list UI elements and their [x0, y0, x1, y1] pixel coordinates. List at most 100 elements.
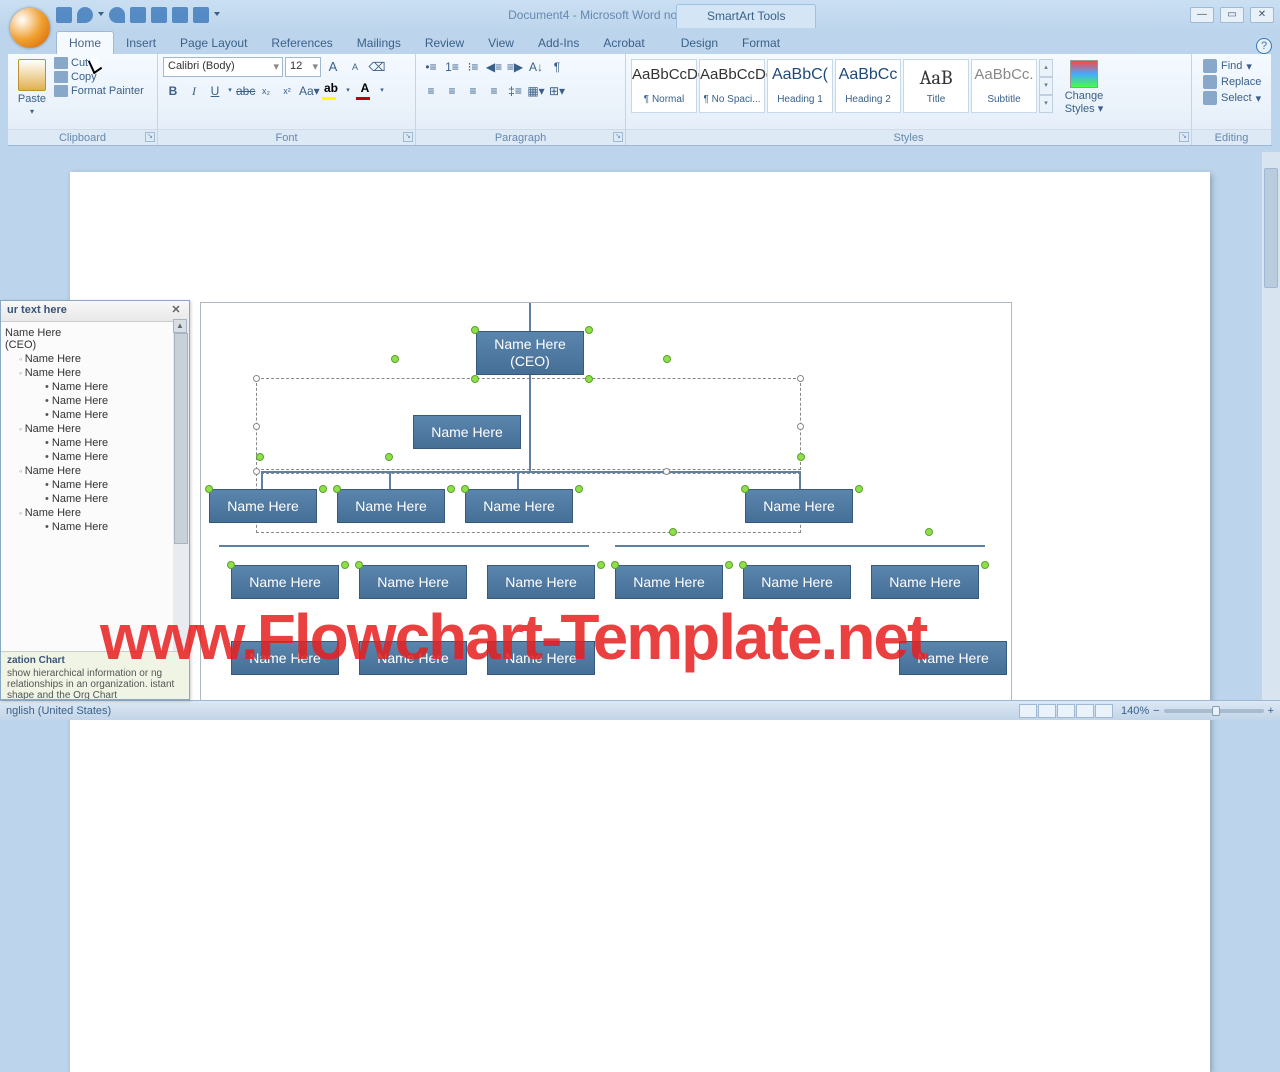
node-ceo[interactable]: Name Here (CEO) [476, 331, 584, 375]
find-button[interactable]: Find ▾ [1203, 59, 1261, 73]
italic-button[interactable]: I [184, 81, 204, 101]
resize-handle[interactable] [585, 326, 593, 334]
show-marks-button[interactable]: ¶ [547, 57, 567, 77]
selection-handle[interactable] [797, 423, 804, 430]
style-heading2[interactable]: AaBbCcHeading 2 [835, 59, 901, 113]
strikethrough-button[interactable]: abc [235, 81, 255, 101]
style-title[interactable]: AaBTitle [903, 59, 969, 113]
text-pane-root[interactable]: Name Here (CEO) [1, 326, 189, 352]
tab-references[interactable]: References [259, 32, 344, 54]
resize-handle[interactable] [855, 485, 863, 493]
format-painter-button[interactable]: Format Painter [54, 85, 144, 97]
redo-icon[interactable] [109, 7, 125, 23]
node-row2[interactable]: Name Here [465, 489, 573, 523]
zoom-out-button[interactable]: − [1153, 705, 1159, 717]
resize-handle[interactable] [739, 561, 747, 569]
tab-home[interactable]: Home [56, 31, 114, 54]
styles-scroll[interactable]: ▴▾▾ [1039, 59, 1053, 113]
text-pane-item[interactable]: Name Here [1, 408, 189, 422]
resize-handle[interactable] [333, 485, 341, 493]
text-pane-item[interactable]: Name Here [1, 352, 189, 366]
zoom-slider[interactable] [1164, 709, 1264, 713]
resize-handle[interactable] [575, 485, 583, 493]
resize-handle[interactable] [663, 355, 671, 363]
text-pane-item[interactable]: Name Here [1, 380, 189, 394]
align-center-button[interactable]: ≡ [442, 81, 462, 101]
save-icon[interactable] [56, 7, 72, 23]
align-right-button[interactable]: ≡ [463, 81, 483, 101]
node-row3[interactable]: Name Here [615, 565, 723, 599]
decrease-indent-button[interactable]: ◀≡ [484, 57, 504, 77]
grow-font-button[interactable]: A [323, 57, 343, 77]
style-normal[interactable]: AaBbCcDc¶ Normal [631, 59, 697, 113]
node-row4[interactable]: Name Here [899, 641, 1007, 675]
help-icon[interactable]: ? [1256, 38, 1272, 54]
text-pane-scrollbar[interactable]: ▲ ▼ [173, 319, 189, 671]
scroll-up-icon[interactable]: ▲ [173, 319, 187, 333]
scroll-thumb[interactable] [1264, 168, 1278, 288]
node-row2[interactable]: Name Here [745, 489, 853, 523]
styles-launcher[interactable]: ↘ [1179, 132, 1189, 142]
shrink-font-button[interactable]: A [345, 57, 365, 77]
node-row4[interactable]: Name Here [231, 641, 339, 675]
cut-button[interactable]: Cut [54, 57, 144, 69]
print-icon[interactable] [193, 7, 209, 23]
resize-handle[interactable] [741, 485, 749, 493]
resize-handle[interactable] [205, 485, 213, 493]
highlight-button[interactable]: ab [319, 81, 343, 101]
numbering-button[interactable]: 1≡ [442, 57, 462, 77]
text-pane-item[interactable]: Name Here [1, 492, 189, 506]
text-pane-item[interactable]: Name Here [1, 394, 189, 408]
copy-button[interactable]: Copy [54, 71, 144, 83]
select-button[interactable]: Select ▾ [1203, 91, 1261, 105]
zoom-level[interactable]: 140% [1121, 705, 1149, 717]
resize-handle[interactable] [447, 485, 455, 493]
resize-handle[interactable] [797, 453, 805, 461]
underline-button[interactable]: U [205, 81, 225, 101]
close-button[interactable]: ✕ [1250, 7, 1274, 23]
shading-button[interactable]: ▦▾ [526, 81, 546, 101]
selection-handle[interactable] [663, 468, 670, 475]
selection-handle[interactable] [253, 468, 260, 475]
resize-handle[interactable] [256, 453, 264, 461]
minimize-button[interactable]: — [1190, 7, 1214, 23]
qat-icon[interactable] [130, 7, 146, 23]
line-spacing-button[interactable]: ‡≡ [505, 81, 525, 101]
style-nospacing[interactable]: AaBbCcDc¶ No Spaci... [699, 59, 765, 113]
resize-handle[interactable] [925, 528, 933, 536]
resize-handle[interactable] [611, 561, 619, 569]
bold-button[interactable]: B [163, 81, 183, 101]
resize-handle[interactable] [669, 528, 677, 536]
node-row4[interactable]: Name Here [487, 641, 595, 675]
font-color-dropdown[interactable]: ▾ [378, 81, 386, 101]
resize-handle[interactable] [385, 453, 393, 461]
maximize-button[interactable]: ▭ [1220, 7, 1244, 23]
clipboard-launcher[interactable]: ↘ [145, 132, 155, 142]
text-pane-item[interactable]: Name Here [1, 464, 189, 478]
text-pane-item[interactable]: Name Here [1, 520, 189, 534]
tab-insert[interactable]: Insert [114, 32, 168, 54]
font-select[interactable]: Calibri (Body) [163, 57, 283, 77]
bullets-button[interactable]: •≡ [421, 57, 441, 77]
text-pane-item[interactable]: Name Here [1, 436, 189, 450]
selection-handle[interactable] [253, 375, 260, 382]
text-pane-item[interactable]: Name Here [1, 478, 189, 492]
resize-handle[interactable] [227, 561, 235, 569]
undo-dropdown-icon[interactable] [98, 12, 104, 18]
scroll-thumb[interactable] [174, 333, 188, 544]
resize-handle[interactable] [391, 355, 399, 363]
vertical-scrollbar[interactable] [1262, 152, 1280, 700]
node-row3[interactable]: Name Here [359, 565, 467, 599]
resize-handle[interactable] [355, 561, 363, 569]
tab-format[interactable]: Format [730, 32, 792, 54]
node-row3[interactable]: Name Here [487, 565, 595, 599]
tab-mailings[interactable]: Mailings [345, 32, 413, 54]
replace-button[interactable]: Replace [1203, 75, 1261, 89]
text-pane-item[interactable]: Name Here [1, 506, 189, 520]
node-assistant[interactable]: Name Here [413, 415, 521, 449]
zoom-thumb[interactable] [1212, 706, 1220, 716]
resize-handle[interactable] [341, 561, 349, 569]
selection-handle[interactable] [797, 375, 804, 382]
text-pane-item[interactable]: Name Here [1, 366, 189, 380]
qat-customize-icon[interactable] [214, 12, 220, 18]
